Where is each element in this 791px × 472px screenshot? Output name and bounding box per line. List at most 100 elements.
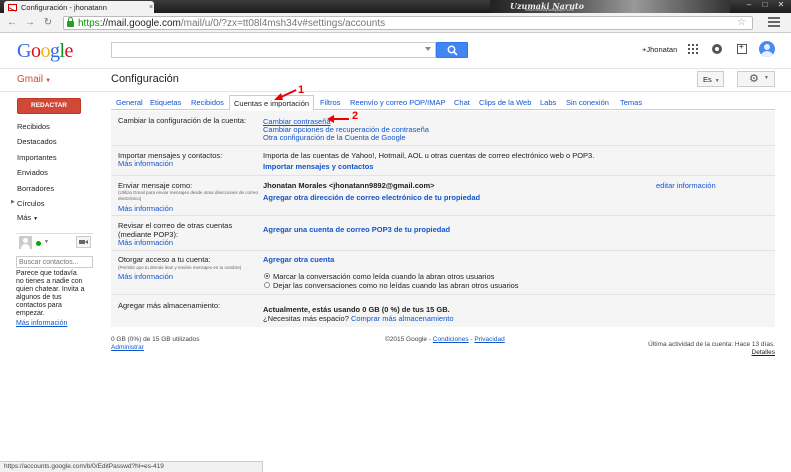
buy-storage-link[interactable]: Comprar más almacenamiento (351, 314, 454, 323)
google-logo[interactable]: Google (17, 40, 73, 63)
settings-tabs: General Etiquetas Recibidos Cuentas e im… (111, 95, 775, 111)
search-button[interactable] (436, 42, 468, 58)
last-activity: Última actividad de la cuenta: Hace 13 d… (648, 341, 775, 348)
grant-access-more-info-link[interactable]: Más información (118, 272, 173, 281)
chat-more-info-link[interactable]: Más información (16, 320, 67, 327)
mail-search-input[interactable] (111, 42, 436, 58)
settings-button[interactable]: ⚙ ▼ (737, 71, 775, 87)
import-description: Importa de las cuentas de Yahoo!, Hotmai… (263, 151, 595, 160)
legal-footer: ©2015 Google - Condiciones - Privacidad (385, 336, 505, 343)
video-call-icon[interactable] (76, 236, 91, 248)
header-divider (0, 68, 791, 69)
terms-link[interactable]: Condiciones (433, 336, 469, 343)
tab-themes[interactable]: Temas (620, 98, 642, 107)
privacy-link[interactable]: Privacidad (474, 336, 504, 343)
annotation-number-2: 2 (352, 110, 359, 122)
gmail-favicon-icon (8, 3, 17, 11)
maximize-icon[interactable]: □ (757, 0, 773, 11)
notifications-icon[interactable] (712, 44, 722, 54)
gear-icon: ⚙ (749, 73, 759, 85)
tab-labs[interactable]: Labs (540, 98, 556, 107)
storage-question: ¿Necesitas más espacio? Comprar más alma… (263, 314, 454, 323)
settings-row-change-account: Cambiar la configuración de la cuenta: C… (111, 111, 775, 146)
manage-storage-link[interactable]: Administrar (111, 344, 200, 352)
mark-read-radio[interactable] (264, 273, 270, 279)
sidebar-item-starred[interactable]: Destacados (17, 137, 57, 146)
url-host: ://mail.google.com (99, 17, 181, 29)
settings-table: Cambiar la configuración de la cuenta: C… (111, 111, 775, 327)
address-bar-area: ← → ↻ https ://mail.google.com /mail/u/0… (0, 13, 791, 33)
status-bar-url: https://accounts.google.com/b/0/EditPass… (0, 461, 263, 472)
check-mail-more-info-link[interactable]: Más información (118, 238, 173, 247)
subheader-divider (0, 91, 791, 92)
tab-web-clips[interactable]: Clips de la Web (479, 98, 531, 107)
expand-circles-icon[interactable]: ▶ (11, 199, 15, 205)
contact-search-input[interactable] (16, 256, 93, 268)
page-title: Configuración (111, 73, 179, 85)
other-google-settings-link[interactable]: Otra configuración de la Cuenta de Googl… (263, 133, 406, 142)
tab-labels[interactable]: Etiquetas (150, 98, 181, 107)
tab-inbox[interactable]: Recibidos (191, 98, 224, 107)
url-input[interactable]: https ://mail.google.com /mail/u/0/?zx=t… (63, 16, 753, 30)
send-as-note: (Utiliza Gmail para enviar mensajes desd… (118, 190, 259, 201)
storage-usage-footer: 0 GB (0%) de 15 GB utilizados (111, 336, 200, 343)
storage-usage: Actualmente, estás usando 0 GB (0 %) de … (263, 305, 450, 314)
forward-icon[interactable]: → (24, 17, 36, 29)
send-as-more-info-link[interactable]: Más información (118, 204, 173, 213)
sidebar-item-sent[interactable]: Enviados (17, 168, 48, 177)
close-window-icon[interactable]: ✕ (773, 0, 789, 11)
reload-icon[interactable]: ↻ (42, 17, 54, 29)
tab-close-icon[interactable]: × (149, 4, 153, 11)
settings-row-check-mail: Revisar el correo de otras cuentas (medi… (111, 216, 775, 251)
search-options-caret-icon[interactable] (425, 47, 431, 51)
add-address-link[interactable]: Agregar otra dirección de correo electró… (263, 193, 480, 202)
edit-info-link[interactable]: editar información (656, 181, 716, 190)
storage-footer: 0 GB (0%) de 15 GB utilizados Administra… (111, 336, 200, 352)
import-more-info-link[interactable]: Más información (118, 159, 173, 168)
share-icon[interactable] (737, 42, 747, 54)
browser-tab[interactable]: Configuración - jhonatann × (4, 1, 154, 13)
tab-general[interactable]: General (116, 98, 143, 107)
back-icon[interactable]: ← (6, 17, 18, 29)
bookmark-star-icon[interactable]: ☆ (737, 17, 746, 28)
tab-title: Configuración - jhonatann (21, 2, 107, 12)
browser-titlebar: Configuración - jhonatann × Uzumaki Naru… (0, 0, 791, 13)
sidebar-item-inbox[interactable]: Recibidos (17, 122, 50, 131)
sidebar-item-drafts[interactable]: Borradores (17, 184, 54, 193)
import-messages-link[interactable]: Importar mensajes y contactos (263, 162, 373, 171)
online-status-icon[interactable] (36, 241, 41, 246)
annotation-arrow-2-icon (327, 115, 349, 123)
activity-footer: Última actividad de la cuenta: Hace 13 d… (600, 341, 775, 357)
settings-row-grant-access: Otorgar acceso a tu cuenta: (Permitir qu… (111, 251, 775, 295)
chrome-menu-icon[interactable] (768, 17, 780, 29)
chat-avatar[interactable] (19, 236, 32, 249)
user-profile-link[interactable]: +Jhonatan (642, 45, 677, 54)
tab-filters[interactable]: Filtros (320, 98, 340, 107)
sidebar-item-more[interactable]: Más ▼ (17, 213, 38, 222)
leave-unread-radio[interactable] (264, 282, 270, 288)
apps-grid-icon[interactable] (688, 44, 698, 54)
url-path: /mail/u/0/?zx=tt08l4msh34v#settings/acco… (180, 17, 386, 29)
gmail-menu[interactable]: Gmail ▼ (17, 74, 51, 85)
sidebar-item-circles[interactable]: Círculos (17, 199, 45, 208)
tab-offline[interactable]: Sin conexión (566, 98, 609, 107)
leave-unread-label: Dejar las conversaciones como no leídas … (273, 281, 519, 290)
tab-chat[interactable]: Chat (454, 98, 470, 107)
change-account-label: Cambiar la configuración de la cuenta: (118, 116, 246, 125)
url-scheme: https (78, 17, 100, 29)
sidebar-item-important[interactable]: Importantes (17, 153, 57, 162)
add-another-account-link[interactable]: Agregar otra cuenta (263, 255, 334, 264)
storage-label: Agregar más almacenamiento: (118, 301, 221, 310)
annotation-arrow-1-icon (274, 89, 297, 100)
account-avatar[interactable] (759, 41, 775, 57)
add-pop3-link[interactable]: Agregar una cuenta de correo POP3 de tu … (263, 225, 450, 234)
minimize-icon[interactable]: – (741, 0, 757, 11)
send-as-address: Jhonatan Morales <jhonatann9892@gmail.co… (263, 181, 435, 190)
tab-forwarding[interactable]: Reenvío y correo POP/IMAP (350, 98, 445, 107)
details-link[interactable]: Detalles (600, 349, 775, 357)
chat-empty-message: Parece que todavía no tienes a nadie con… (16, 270, 85, 317)
annotation-number-1: 1 (298, 84, 305, 96)
status-caret-icon[interactable]: ▼ (44, 239, 49, 245)
language-button[interactable]: Es ▼ (697, 71, 724, 87)
compose-button[interactable]: REDACTAR (17, 98, 81, 114)
